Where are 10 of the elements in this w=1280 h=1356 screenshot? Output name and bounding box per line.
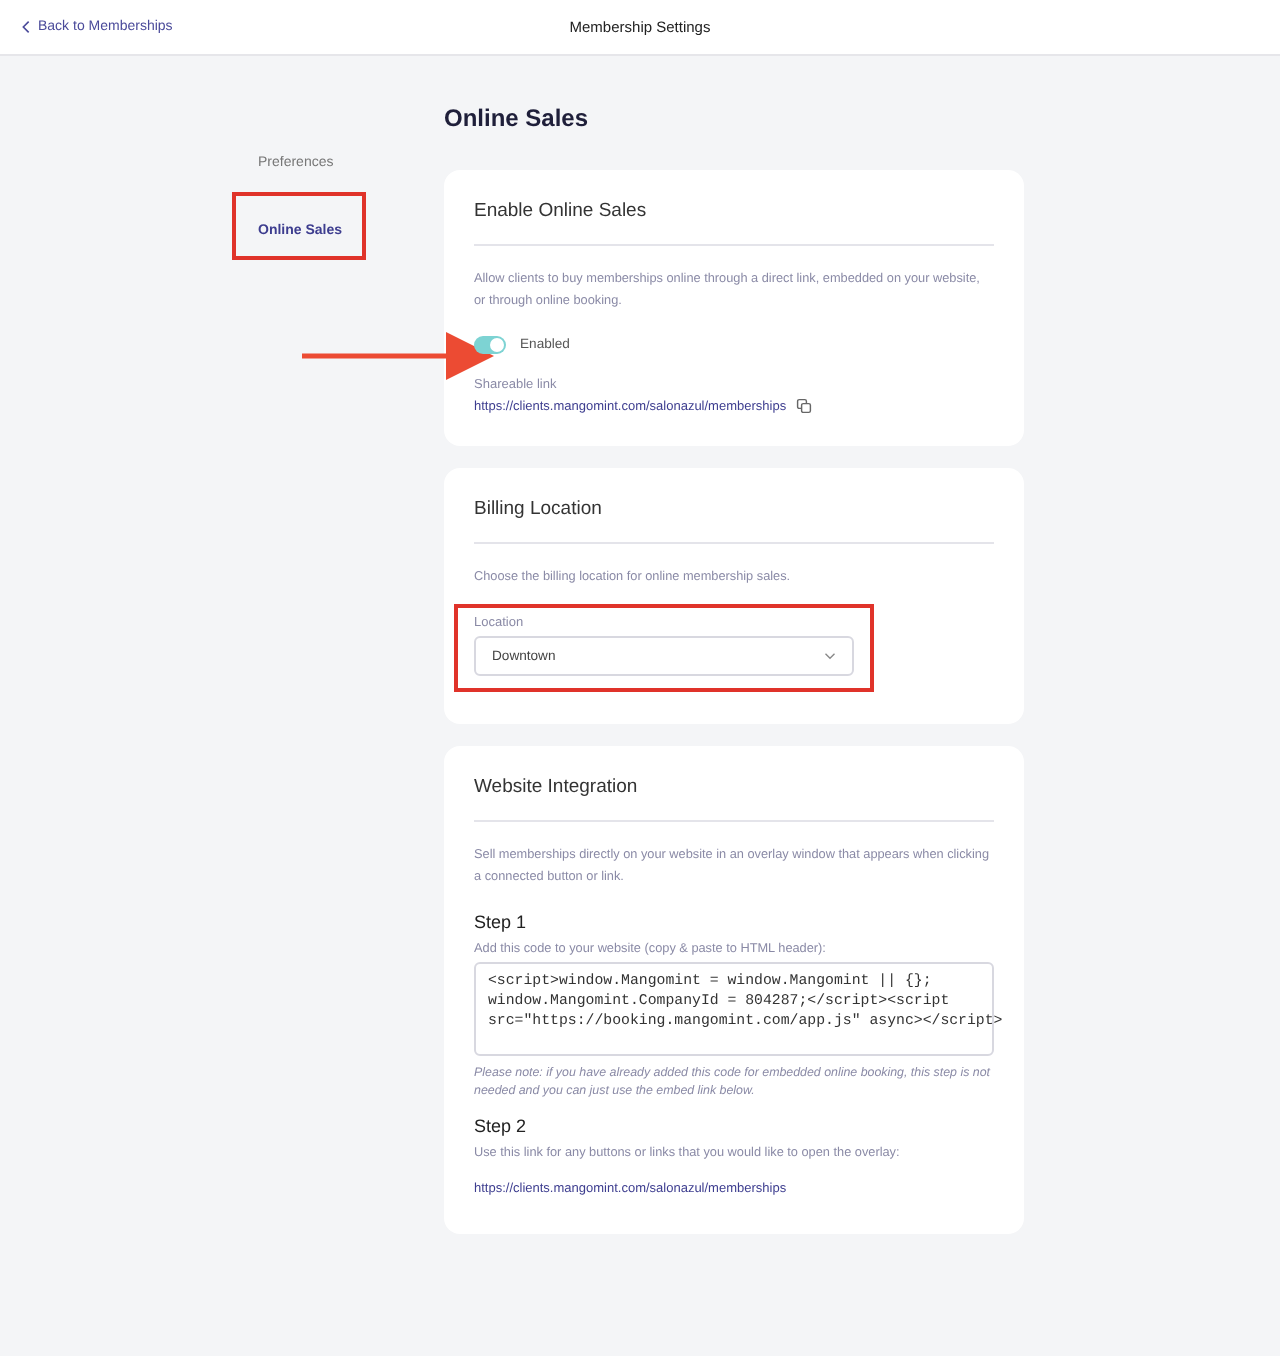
card-title: Website Integration (474, 776, 994, 822)
toggle-switch[interactable] (474, 336, 506, 354)
back-chevron-icon (22, 20, 30, 34)
step-title: Step 1 (474, 912, 529, 932)
card-title: Billing Location (474, 498, 994, 544)
step-title: Step 2 (474, 1116, 529, 1136)
card-title: Enable Online Sales (474, 200, 994, 246)
chevron-down-icon (824, 652, 836, 660)
page-title: Online Sales (444, 104, 591, 132)
copy-icon[interactable] (796, 398, 813, 414)
